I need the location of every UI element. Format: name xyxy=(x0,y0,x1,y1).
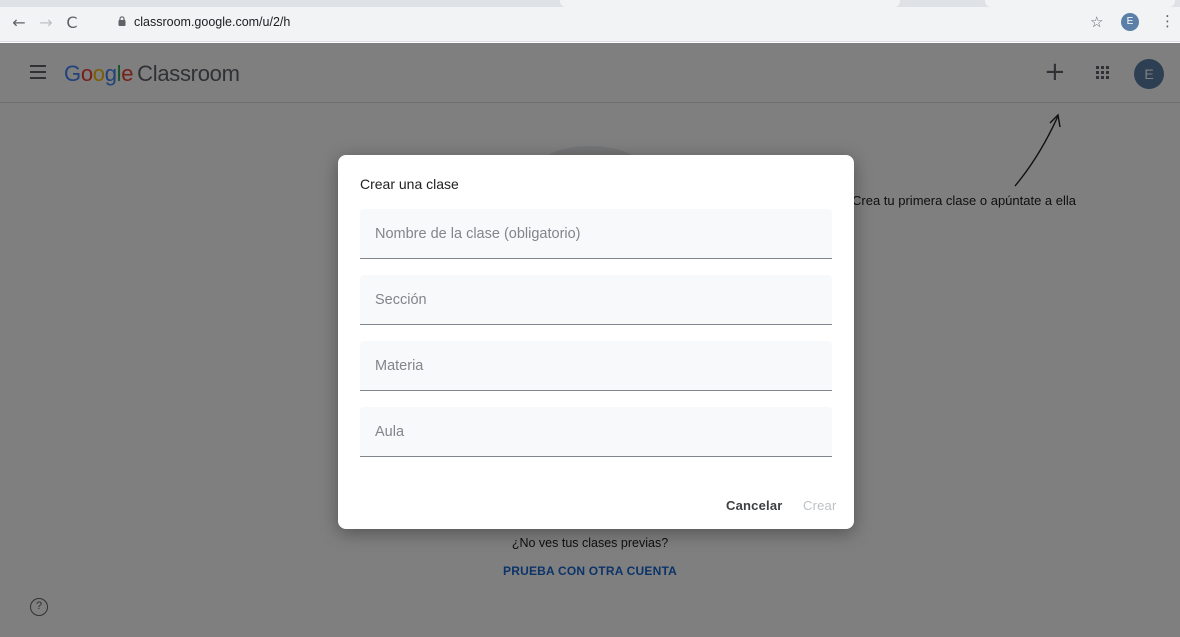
subject-field[interactable] xyxy=(360,341,832,391)
cancel-button[interactable]: Cancelar xyxy=(726,498,783,513)
section-field[interactable] xyxy=(360,275,832,325)
forward-icon[interactable]: → xyxy=(37,14,55,32)
room-input[interactable] xyxy=(360,407,832,456)
more-vert-icon[interactable]: ⋮ xyxy=(1160,12,1175,30)
browser-tab[interactable] xyxy=(985,0,1175,7)
back-icon[interactable]: ← xyxy=(10,14,28,32)
create-class-dialog: Crear una clase Cancelar Crear xyxy=(338,155,854,529)
reload-icon[interactable]: C xyxy=(63,14,81,32)
tab-strip xyxy=(0,0,1180,7)
url-text[interactable]: classroom.google.com/u/2/h xyxy=(134,15,290,29)
browser-toolbar: ← → C classroom.google.com/u/2/h ☆ E ⋮ xyxy=(0,0,1180,42)
create-button[interactable]: Crear xyxy=(803,498,837,513)
class-name-input[interactable] xyxy=(360,209,832,258)
subject-input[interactable] xyxy=(360,341,832,390)
section-input[interactable] xyxy=(360,275,832,324)
lock-icon xyxy=(118,16,126,26)
browser-profile-avatar[interactable]: E xyxy=(1121,13,1139,31)
room-field[interactable] xyxy=(360,407,832,457)
browser-tab[interactable] xyxy=(560,0,900,7)
class-name-field[interactable] xyxy=(360,209,832,259)
dialog-title: Crear una clase xyxy=(360,176,459,192)
star-icon[interactable]: ☆ xyxy=(1090,13,1103,31)
